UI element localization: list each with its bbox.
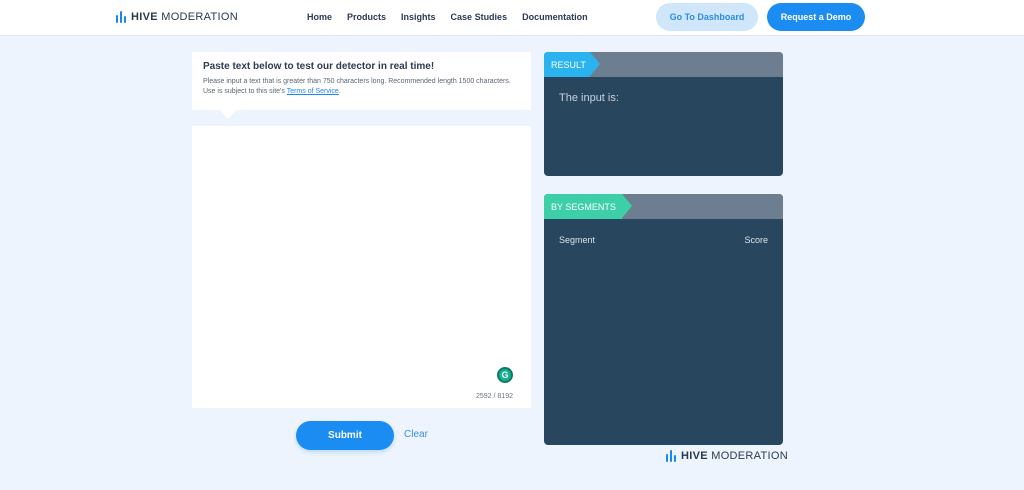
text-input-area[interactable]	[192, 126, 531, 408]
hive-bars-icon	[666, 450, 676, 462]
clear-button[interactable]: Clear	[404, 429, 428, 440]
footer-logo-text: HIVE MODERATION	[681, 450, 788, 462]
hive-logo[interactable]: HIVE MODERATION	[116, 11, 238, 23]
result-text: The input is:	[559, 92, 619, 104]
nav-insights[interactable]: Insights	[401, 12, 436, 22]
submit-button[interactable]: Submit	[296, 421, 394, 450]
segments-tag: BY SEGMENTS	[544, 194, 632, 219]
segment-column-header: Segment	[559, 235, 596, 245]
result-tag: RESULT	[544, 52, 600, 77]
top-header: HIVE MODERATION Home Products Insights C…	[0, 0, 1024, 36]
nav-home[interactable]: Home	[307, 12, 332, 22]
instructions-description: Please input a text that is greater than…	[203, 78, 511, 95]
speech-bubble-tail	[220, 110, 236, 119]
grammarly-icon[interactable]: G	[497, 367, 513, 383]
result-panel: RESULT The input is:	[544, 52, 783, 176]
score-column-header: Score	[744, 235, 768, 245]
instructions-card: Paste text below to test our detector in…	[192, 52, 531, 110]
instructions-title: Paste text below to test our detector in…	[203, 61, 435, 72]
character-count: 2592 / 8192	[476, 393, 513, 400]
go-to-dashboard-button[interactable]: Go To Dashboard	[656, 3, 758, 31]
nav-case-studies[interactable]: Case Studies	[451, 12, 508, 22]
logo-text: HIVE MODERATION	[131, 11, 238, 23]
segments-panel-header: BY SEGMENTS	[544, 194, 783, 219]
hive-bars-icon	[116, 11, 126, 23]
main-nav: Home Products Insights Case Studies Docu…	[307, 12, 588, 22]
segments-panel: BY SEGMENTS Segment Score	[544, 194, 783, 445]
terms-of-service-link[interactable]: Terms of Service	[287, 88, 339, 95]
footer-hive-logo[interactable]: HIVE MODERATION	[666, 450, 788, 462]
result-panel-header: RESULT	[544, 52, 783, 77]
nav-products[interactable]: Products	[347, 12, 386, 22]
nav-documentation[interactable]: Documentation	[522, 12, 588, 22]
request-demo-button[interactable]: Request a Demo	[767, 3, 865, 31]
